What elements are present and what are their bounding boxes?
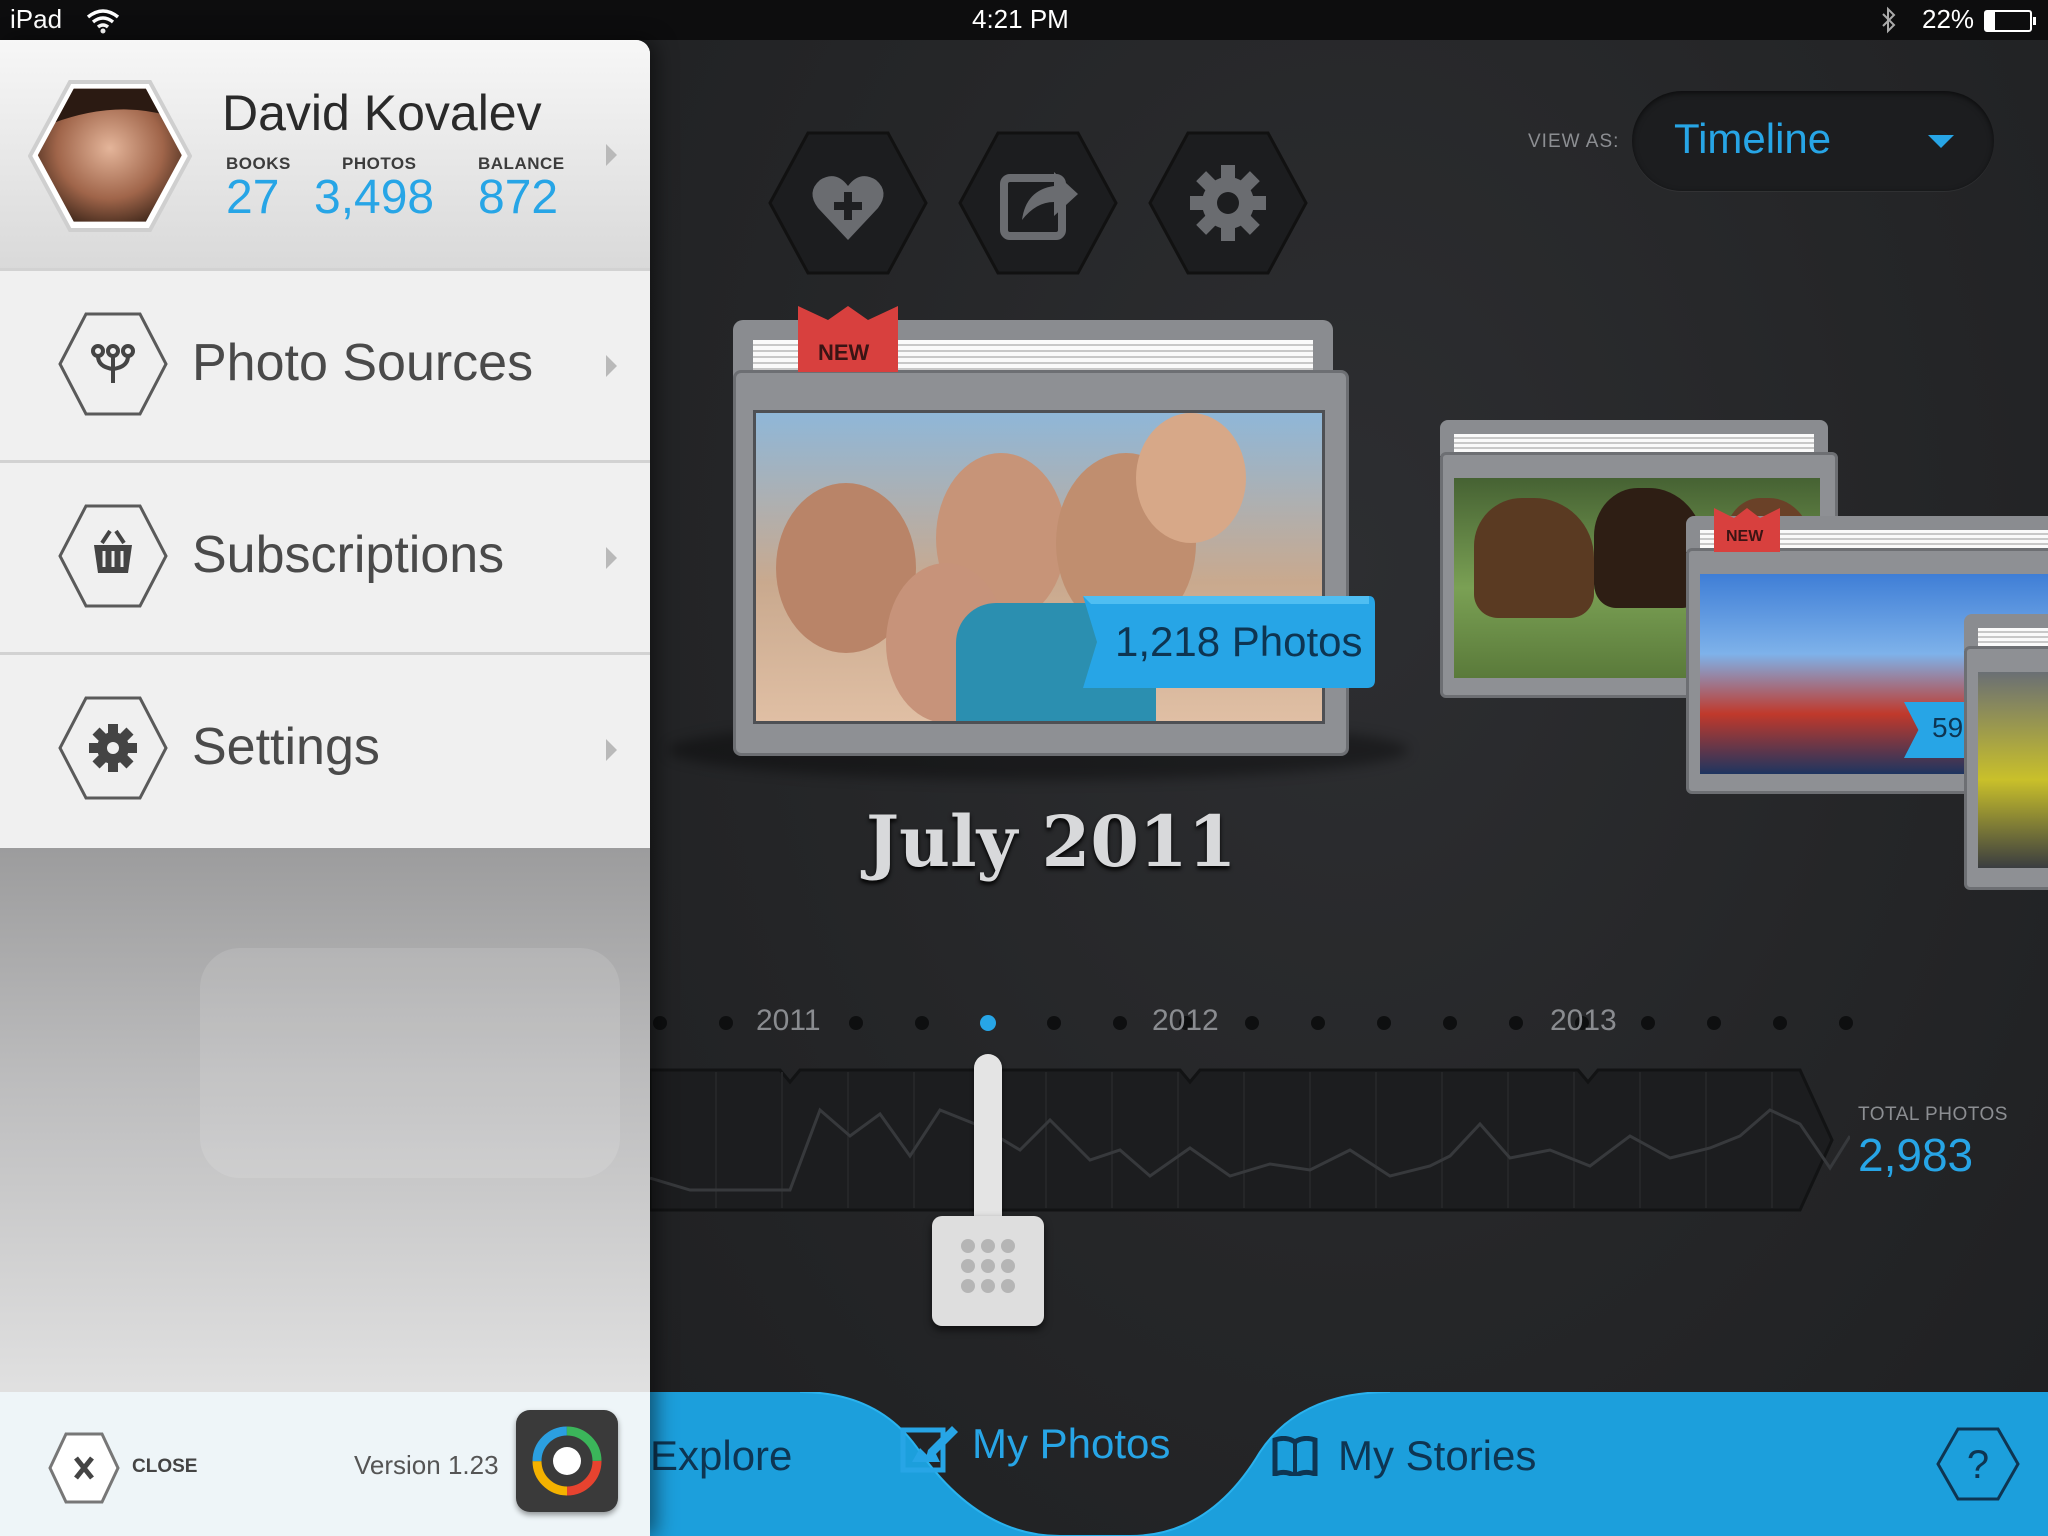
- close-button[interactable]: CLOSE: [48, 1432, 228, 1508]
- gear-icon: [1190, 165, 1266, 241]
- battery-percent: 22%: [1922, 4, 1975, 34]
- chevron-right-icon: [606, 547, 617, 569]
- nav-my-stories[interactable]: My Stories: [1272, 1432, 1552, 1512]
- menu-item-label: Subscriptions: [192, 526, 505, 584]
- new-badge: NEW: [1726, 528, 1764, 545]
- total-photos-label: TOTAL PHOTOS: [1858, 1104, 2008, 1125]
- timeline-dot[interactable]: [1245, 1016, 1259, 1030]
- nav-label: My Stories: [1338, 1432, 1537, 1479]
- app-logo: [516, 1410, 618, 1512]
- album-title: July 2011: [866, 800, 1237, 883]
- device-name: iPad: [10, 4, 63, 34]
- photo-count-tag: 1,218 Photos: [1063, 596, 1375, 688]
- view-as-dropdown[interactable]: Timeline: [1632, 91, 1994, 191]
- album-card[interactable]: [1964, 614, 2048, 890]
- edit-photo-icon: [900, 1426, 958, 1473]
- status-bar: iPad 4:21 PM 22%: [0, 0, 2048, 40]
- help-label: ?: [1967, 1443, 1989, 1487]
- close-label: CLOSE: [132, 1456, 198, 1477]
- timeline-dot[interactable]: [1443, 1016, 1457, 1030]
- timeline-scrubber-stem[interactable]: [974, 1054, 1002, 1234]
- share-button[interactable]: [958, 128, 1118, 278]
- timeline-dot[interactable]: [1707, 1016, 1721, 1030]
- timeline-dot[interactable]: [915, 1016, 929, 1030]
- grip-icon: [961, 1239, 1015, 1293]
- bluetooth-icon: [1882, 6, 1896, 34]
- nav-explore[interactable]: Explore: [650, 1432, 830, 1512]
- menu-item-photo-sources[interactable]: Photo Sources: [0, 268, 650, 463]
- avatar: [28, 80, 192, 232]
- app-logo-icon: [532, 1426, 602, 1496]
- timeline-dot[interactable]: [719, 1016, 733, 1030]
- stat-value: 872: [478, 171, 559, 224]
- menu-item-label: Photo Sources: [192, 334, 534, 392]
- year-label[interactable]: 2013: [1550, 1004, 1617, 1038]
- side-menu-panel: David Kovalev BOOKS 27 PHOTOS 3,498 BALA…: [0, 40, 650, 1536]
- timeline-dot[interactable]: [1311, 1016, 1325, 1030]
- menu-item-label: Settings: [192, 718, 380, 776]
- timeline-dot[interactable]: [1047, 1016, 1061, 1030]
- year-label[interactable]: 2012: [1152, 1004, 1219, 1038]
- bottom-nav: Explore My Photos My Stories ?: [650, 1392, 2048, 1536]
- view-as-label: VIEW AS:: [1528, 131, 1620, 152]
- panel-footer: CLOSE Version 1.23: [0, 1392, 650, 1536]
- timeline-dot[interactable]: [1509, 1016, 1523, 1030]
- timeline-dot[interactable]: [1377, 1016, 1391, 1030]
- timeline-dot-selected[interactable]: [980, 1015, 996, 1031]
- profile-name: David Kovalev: [222, 85, 542, 141]
- timeline-dot[interactable]: [1641, 1016, 1655, 1030]
- sources-icon: [58, 312, 168, 416]
- book-icon: [1272, 1436, 1318, 1476]
- timeline-dot[interactable]: [1839, 1016, 1853, 1030]
- timeline-dot[interactable]: [653, 1016, 667, 1030]
- timeline-dots: [653, 1015, 1853, 1031]
- menu-item-subscriptions[interactable]: Subscriptions: [0, 460, 650, 655]
- photo-count: 1,218 Photos: [1115, 618, 1363, 665]
- album-photo: [1978, 672, 2048, 868]
- timeline-scrubber-handle[interactable]: [932, 1216, 1044, 1326]
- chevron-right-icon: [606, 355, 617, 377]
- timeline-dot[interactable]: [849, 1016, 863, 1030]
- gear-icon: [58, 696, 168, 800]
- add-favorite-button[interactable]: [768, 128, 928, 278]
- featured-album[interactable]: NEW 1,218 Photos: [733, 306, 1375, 756]
- stat-value: 27: [226, 171, 280, 224]
- version-label: Version 1.23: [354, 1450, 499, 1480]
- year-label[interactable]: 2011: [756, 1004, 821, 1038]
- close-icon: [48, 1432, 120, 1504]
- chevron-right-icon: [606, 144, 617, 166]
- photo-count: 59: [1932, 712, 1964, 743]
- panel-blurred-background: [0, 848, 650, 1440]
- battery-icon: [1984, 10, 2036, 32]
- menu-item-settings[interactable]: Settings: [0, 652, 650, 847]
- stat-value: 3,498: [314, 171, 435, 224]
- nav-label: Explore: [650, 1432, 793, 1479]
- wifi-icon: [86, 9, 120, 34]
- nav-my-photos[interactable]: My Photos: [900, 1420, 1220, 1500]
- photos-uploaded-graph: [650, 1068, 1850, 1212]
- profile-header[interactable]: David Kovalev BOOKS 27 PHOTOS 3,498 BALA…: [0, 40, 650, 270]
- new-badge: NEW: [818, 340, 870, 365]
- nav-label: My Photos: [972, 1420, 1171, 1467]
- chevron-right-icon: [606, 739, 617, 761]
- total-photos-value: 2,983: [1858, 1129, 1974, 1181]
- basket-icon: [58, 504, 168, 608]
- chevron-down-icon: [1928, 135, 1954, 148]
- clock: 4:21 PM: [972, 4, 1069, 34]
- timeline-dot[interactable]: [1773, 1016, 1787, 1030]
- view-as-value: Timeline: [1674, 115, 1832, 162]
- help-button[interactable]: ?: [1936, 1426, 2020, 1502]
- timeline-dot[interactable]: [1113, 1016, 1127, 1030]
- album-pages: [1454, 434, 1814, 454]
- album-pages: [1978, 628, 2048, 648]
- settings-button[interactable]: [1148, 128, 1308, 278]
